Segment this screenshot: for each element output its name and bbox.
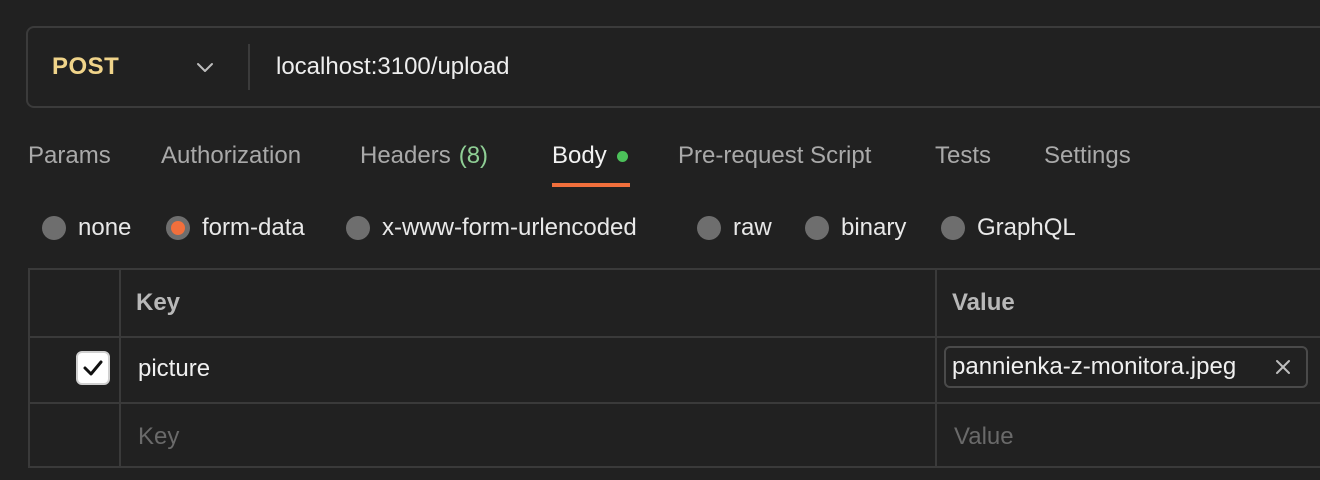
tab-authorization[interactable]: Authorization — [161, 136, 301, 176]
radio-raw-label: raw — [733, 214, 772, 241]
radio-none-label: none — [78, 214, 132, 241]
selected-file-chip[interactable]: pannienka-z-monitora.jpeg — [944, 346, 1308, 388]
tab-settings[interactable]: Settings — [1044, 136, 1131, 176]
tab-pre-request-script[interactable]: Pre-request Script — [678, 136, 871, 176]
radio-graphql-circle[interactable] — [941, 216, 965, 240]
radio-raw[interactable]: raw — [697, 208, 772, 248]
radio-binary-label: binary — [841, 214, 907, 241]
radio-none[interactable]: none — [42, 208, 131, 248]
value-column-header: Value — [952, 289, 1015, 316]
table-row: picture pannienka-z-monitora.jpeg — [30, 336, 1320, 404]
tab-params-label: Params — [28, 142, 111, 169]
radio-none-circle[interactable] — [42, 216, 66, 240]
headers-count: (8) — [458, 142, 489, 169]
form-data-table: Key Value picture pannienka-z-monitora.j… — [28, 268, 1320, 468]
row-enabled-checkbox[interactable] — [76, 351, 110, 385]
key-column-header: Key — [136, 289, 181, 316]
tab-authorization-label: Authorization — [161, 142, 302, 169]
radio-binary[interactable]: binary — [805, 208, 906, 248]
new-value-input[interactable]: Value — [954, 404, 1014, 470]
tab-headers[interactable]: Headers (8) — [360, 136, 488, 176]
radio-graphql[interactable]: GraphQL — [941, 208, 1076, 248]
radio-graphql-label: GraphQL — [977, 214, 1076, 241]
tab-settings-label: Settings — [1044, 142, 1131, 169]
tab-body-label: Body — [552, 142, 607, 169]
method-select[interactable]: POST — [52, 28, 119, 106]
radio-raw-circle[interactable] — [697, 216, 721, 240]
radio-x-www-form-urlencoded[interactable]: x-www-form-urlencoded — [346, 208, 637, 248]
new-key-input[interactable]: Key — [138, 404, 179, 470]
radio-x-www-form-urlencoded-circle[interactable] — [346, 216, 370, 240]
tab-pre-request-script-label: Pre-request Script — [678, 142, 872, 169]
method-url-divider — [248, 44, 250, 90]
tab-params[interactable]: Params — [28, 136, 111, 176]
url-input[interactable]: localhost:3100/upload — [276, 28, 510, 106]
table-new-row: Key Value — [30, 404, 1320, 470]
body-status-dot — [616, 150, 628, 162]
request-bar: POST localhost:3100/upload — [26, 26, 1320, 108]
selected-file-name: pannienka-z-monitora.jpeg — [952, 353, 1237, 380]
postman-request-editor: POST localhost:3100/upload Params Author… — [0, 0, 1320, 480]
radio-x-www-form-urlencoded-label: x-www-form-urlencoded — [382, 214, 637, 241]
chevron-down-icon[interactable] — [194, 56, 216, 78]
tab-body[interactable]: Body — [552, 136, 628, 176]
radio-form-data-label: form-data — [202, 214, 305, 241]
radio-binary-circle[interactable] — [805, 216, 829, 240]
radio-form-data[interactable]: form-data — [166, 208, 305, 248]
table-header-row: Key Value — [30, 270, 1320, 338]
row-key-input[interactable]: picture — [138, 336, 210, 402]
tab-tests[interactable]: Tests — [935, 136, 991, 176]
checkmark-icon — [83, 360, 103, 376]
radio-form-data-circle[interactable] — [166, 216, 190, 240]
active-tab-indicator — [552, 183, 630, 187]
tab-tests-label: Tests — [935, 142, 992, 169]
tab-headers-label: Headers — [360, 142, 451, 169]
close-icon[interactable] — [1274, 358, 1292, 376]
